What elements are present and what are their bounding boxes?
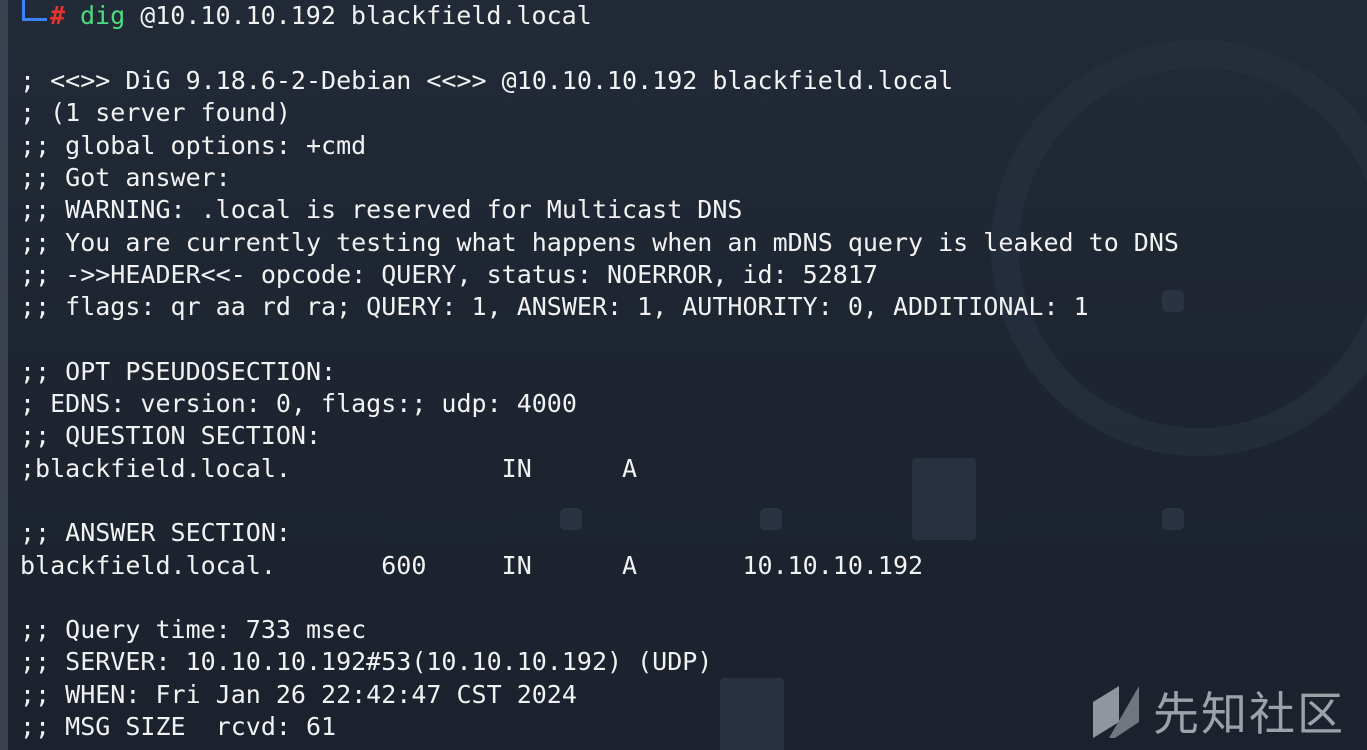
prompt-symbol: # (50, 1, 66, 30)
output-line: ; EDNS: version: 0, flags:; udp: 4000 (20, 389, 577, 418)
output-line: ;; QUESTION SECTION: (20, 421, 322, 451)
window-border (0, 0, 8, 750)
xianzhi-logo-icon (1089, 682, 1143, 740)
output-line: ;blackfield.local. IN A (20, 453, 638, 483)
output-line: ;; ->>HEADER<<- opcode: QUERY, status: N… (20, 259, 878, 289)
output-line: ;; flags: qr aa rd ra; QUERY: 1, ANSWER:… (20, 292, 1089, 322)
watermark: 先知社区 (1089, 678, 1345, 744)
background-file-icon (912, 458, 976, 540)
output-line: ;; WHEN: Fri Jan 26 22:42:47 CST 2024 (20, 679, 577, 709)
command-arguments: @10.10.10.192 blackfield.local (125, 1, 592, 30)
output-line: ;; MSG SIZE rcvd: 61 (20, 712, 337, 741)
output-line: ;; Query time: 733 msec (20, 615, 367, 645)
background-lock-icon (1162, 290, 1184, 312)
terminal-window[interactable]: # dig @10.10.10.192 blackfield.local ; <… (0, 0, 1367, 750)
background-lock-icon (560, 508, 582, 530)
command-line[interactable]: dig @10.10.10.192 blackfield.local (80, 0, 592, 32)
background-file-icon (720, 678, 784, 750)
command-name: dig (80, 1, 126, 30)
output-line: ;; Got answer: (20, 162, 231, 192)
output-line: ;; OPT PSEUDOSECTION: (20, 356, 337, 386)
watermark-text: 先知社区 (1153, 687, 1345, 741)
output-line: ;; SERVER: 10.10.10.192#53(10.10.10.192)… (20, 647, 713, 677)
output-line: ;; You are currently testing what happen… (20, 227, 1179, 257)
output-line: ;; global options: +cmd (20, 130, 367, 160)
output-line: ; <<>> DiG 9.18.6-2-Debian <<>> @10.10.1… (20, 66, 954, 95)
output-line: ; (1 server found) (20, 98, 291, 128)
output-line: ;; WARNING: .local is reserved for Multi… (20, 195, 743, 225)
background-lock-icon (1162, 508, 1184, 530)
prompt-corner-line (22, 0, 47, 21)
background-lock-icon (760, 508, 782, 530)
output-line: blackfield.local. 600 IN A 10.10.10.192 (20, 550, 924, 580)
output-line: ;; ANSWER SECTION: (20, 518, 291, 548)
